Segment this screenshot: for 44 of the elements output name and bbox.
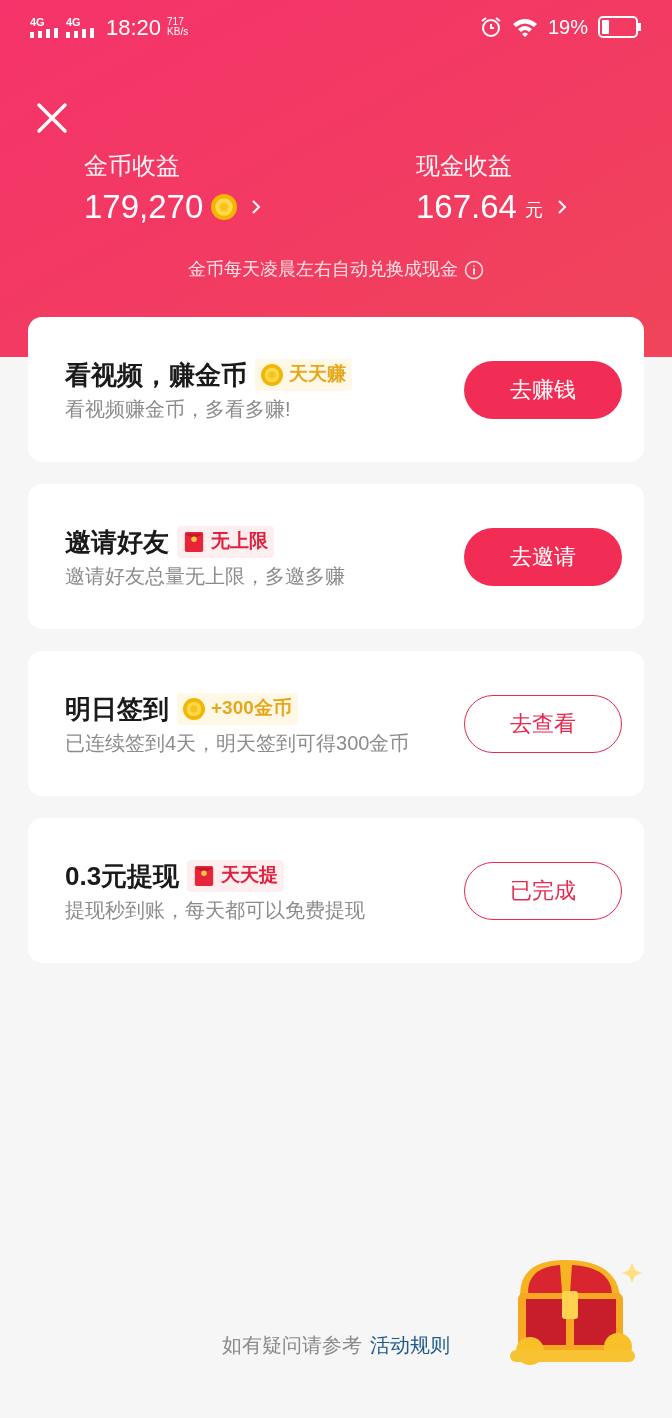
task-description: 已连续签到4天，明天签到可得300金币 [65,730,411,756]
chevron-right-icon[interactable] [251,199,262,215]
stat-value[interactable]: 179,270 [84,186,204,228]
close-icon[interactable] [36,102,68,134]
task-button[interactable]: 已完成 [464,861,622,920]
task-title: 0.3元提现 [65,859,180,893]
help-text: 如有疑问请参考 [222,1333,362,1358]
task-badge: 无上限 [177,525,274,558]
task-badge: 天天赚 [255,358,352,391]
stat-label: 现金收益 [416,151,512,181]
coin-icon [211,194,238,220]
currency-unit: 元 [524,198,543,222]
network-type: 4G [30,16,45,28]
network-type: 4G [66,16,81,28]
stat-label: 金币收益 [84,151,180,181]
task-title: 明日签到 [65,692,169,726]
info-icon[interactable] [464,259,484,280]
coin-icon [261,363,283,386]
envelope-icon [183,530,205,553]
stat-value[interactable]: 167.64 [416,186,517,228]
battery-percentage: 19% [547,15,588,40]
task-description: 邀请好友总量无上限，多邀多赚 [65,563,346,589]
task-description: 看视频赚金币，多看多赚! [65,396,292,422]
exchange-note: 金币每天凌晨左右自动兑换成现金 [188,258,458,281]
rules-link[interactable]: 活动规则 [370,1330,450,1360]
task-button[interactable]: 去查看 [464,694,622,753]
envelope-icon [193,864,216,887]
task-description: 提现秒到账，每天都可以免费提现 [65,897,366,923]
battery-icon [598,16,642,38]
task-button[interactable]: 去赚钱 [464,360,622,419]
clock-time: 18:20 [106,13,162,42]
network-speed: 717 [167,17,185,27]
task-title: 邀请好友 [65,525,169,559]
speed-unit: KB/s [167,27,189,37]
signal-icon [66,27,94,38]
signal-icon [30,27,58,38]
coin-icon [183,697,205,720]
alarm-icon [479,16,502,38]
chevron-right-icon[interactable] [556,199,567,215]
task-title: 看视频，赚金币 [65,358,247,392]
task-button[interactable]: 去邀请 [464,527,622,586]
task-badge: 天天提 [187,859,285,892]
wifi-icon [511,17,538,37]
task-badge: +300金币 [177,692,298,725]
